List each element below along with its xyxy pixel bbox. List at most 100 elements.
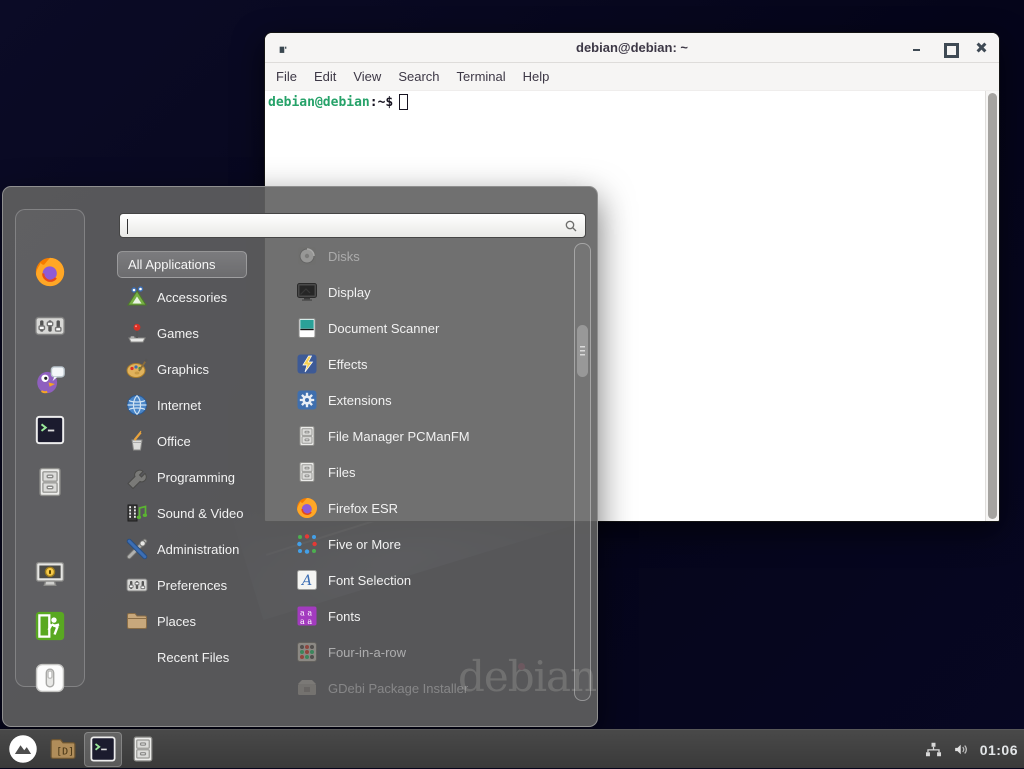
category-label: Preferences	[157, 578, 227, 593]
category-item-accessories[interactable]: Accessories	[117, 279, 287, 315]
app-label: Firefox ESR	[328, 501, 398, 516]
favorite-firefox-button[interactable]	[30, 252, 70, 292]
places-icon	[125, 609, 149, 633]
favorite-power-button[interactable]	[30, 658, 70, 698]
display-icon	[295, 280, 319, 304]
menu-scrollbar-handle[interactable]	[577, 325, 588, 377]
category-item-recent-files[interactable]: Recent Files	[117, 639, 287, 675]
doc-scanner-icon	[295, 316, 319, 340]
graphics-icon	[125, 357, 149, 381]
file-cabinet-icon	[33, 465, 67, 499]
category-item-administration[interactable]: Administration	[117, 531, 287, 567]
app-label: Effects	[328, 357, 368, 372]
app-label: Fonts	[328, 609, 361, 624]
programming-icon	[125, 465, 149, 489]
file-cabinet-icon	[295, 424, 319, 448]
app-label: Four-in-a-row	[328, 645, 406, 660]
app-item-document-scanner[interactable]: Document Scanner	[285, 310, 573, 346]
app-item-disks[interactable]: Disks	[285, 238, 573, 274]
app-item-files[interactable]: Files	[285, 454, 573, 490]
administration-icon	[125, 537, 149, 561]
favorite-file-manager-button[interactable]	[30, 462, 70, 502]
terminal-menu-help[interactable]: Help	[523, 69, 550, 84]
firefox-icon	[295, 496, 319, 520]
app-label: Files	[328, 465, 355, 480]
font-selection-icon: A	[295, 568, 319, 592]
disks-icon	[295, 244, 319, 268]
taskbar-terminal-button[interactable]	[84, 732, 122, 767]
category-item-graphics[interactable]: Graphics	[117, 351, 287, 387]
no-icon	[125, 645, 149, 669]
network-icon[interactable]	[924, 740, 943, 759]
svg-text:A: A	[300, 573, 312, 589]
app-label: Extensions	[328, 393, 392, 408]
svg-text:a a: a a	[300, 617, 312, 626]
categories-list: Accessories Games Graphics InternetOffice Pr…	[117, 279, 287, 675]
filter-all-applications[interactable]: All Applications	[117, 251, 247, 278]
terminal-menu-file[interactable]: File	[276, 69, 297, 84]
category-item-games[interactable]: Games	[117, 315, 287, 351]
text-caret	[127, 219, 128, 234]
category-item-programming[interactable]: Programming	[117, 459, 287, 495]
app-item-five-or-more[interactable]: Five or More	[285, 526, 573, 562]
file-cabinet-icon	[128, 734, 158, 764]
taskbar: [D] 01:06	[0, 729, 1024, 768]
terminal-menu-search[interactable]: Search	[398, 69, 439, 84]
category-item-office[interactable]: Office	[117, 423, 287, 459]
terminal-menubar: File Edit View Search Terminal Help	[265, 63, 999, 91]
clock[interactable]: 01:06	[980, 742, 1018, 758]
terminal-scrollbar-handle[interactable]	[988, 93, 997, 519]
favorite-preferences-panel-button[interactable]	[30, 306, 70, 346]
category-label: Games	[157, 326, 199, 341]
office-icon	[125, 429, 149, 453]
terminal-menu-view[interactable]: View	[353, 69, 381, 84]
app-item-gdebi-package-installer[interactable]: GDebi Package Installer	[285, 670, 573, 706]
category-item-preferences[interactable]: Preferences	[117, 567, 287, 603]
category-item-places[interactable]: Places	[117, 603, 287, 639]
volume-icon[interactable]	[952, 740, 971, 759]
application-menu: All Applications Accessories Games Graphic…	[2, 186, 598, 727]
app-label: Document Scanner	[328, 321, 439, 336]
category-label: Graphics	[157, 362, 209, 377]
four-in-a-row-icon	[295, 640, 319, 664]
terminal-menu-terminal[interactable]: Terminal	[457, 69, 506, 84]
terminal-titlebar[interactable]: debian@debian: ~	[265, 33, 999, 63]
five-or-more-icon	[295, 532, 319, 556]
log-out-icon	[33, 609, 67, 643]
app-item-firefox-esr[interactable]: Firefox ESR	[285, 490, 573, 526]
app-item-effects[interactable]: Effects	[285, 346, 573, 382]
category-label: Programming	[157, 470, 235, 485]
effects-icon	[295, 352, 319, 376]
favorite-lock-screen-button[interactable]	[30, 554, 70, 594]
maximize-button[interactable]	[943, 42, 955, 54]
favorite-terminal-button[interactable]	[30, 410, 70, 450]
app-item-fonts[interactable]: a aa aFonts	[285, 598, 573, 634]
taskbar-file-manager-button[interactable]: [D]	[44, 732, 82, 767]
app-item-file-manager-pcmanfm[interactable]: File Manager PCManFM	[285, 418, 573, 454]
app-item-extensions[interactable]: Extensions	[285, 382, 573, 418]
app-item-font-selection[interactable]: AFont Selection	[285, 562, 573, 598]
menu-search-box[interactable]	[119, 213, 586, 238]
preferences-icon	[33, 309, 67, 343]
app-item-four-in-a-row[interactable]: Four-in-a-row	[285, 634, 573, 670]
favorite-pidgin-button[interactable]	[30, 359, 70, 399]
taskbar-files-button[interactable]	[124, 732, 162, 767]
menu-scrollbar[interactable]	[574, 243, 591, 701]
category-item-sound-video[interactable]: Sound & Video	[117, 495, 287, 531]
category-label: Sound & Video	[157, 506, 244, 521]
app-item-display[interactable]: Display	[285, 274, 573, 310]
games-icon	[125, 321, 149, 345]
favorite-log-out-button[interactable]	[30, 606, 70, 646]
category-item-internet[interactable]: Internet	[117, 387, 287, 423]
close-button[interactable]	[975, 42, 987, 54]
search-input[interactable]	[120, 214, 563, 237]
search-icon	[563, 218, 579, 234]
minimize-button[interactable]	[911, 42, 923, 54]
file-cabinet-icon	[295, 460, 319, 484]
terminal-menu-edit[interactable]: Edit	[314, 69, 336, 84]
pidgin-icon	[33, 362, 67, 396]
app-label: Disks	[328, 249, 360, 264]
taskbar-menu-button[interactable]	[4, 732, 42, 767]
terminal-scrollbar[interactable]	[985, 91, 999, 521]
terminal-icon	[33, 413, 67, 447]
